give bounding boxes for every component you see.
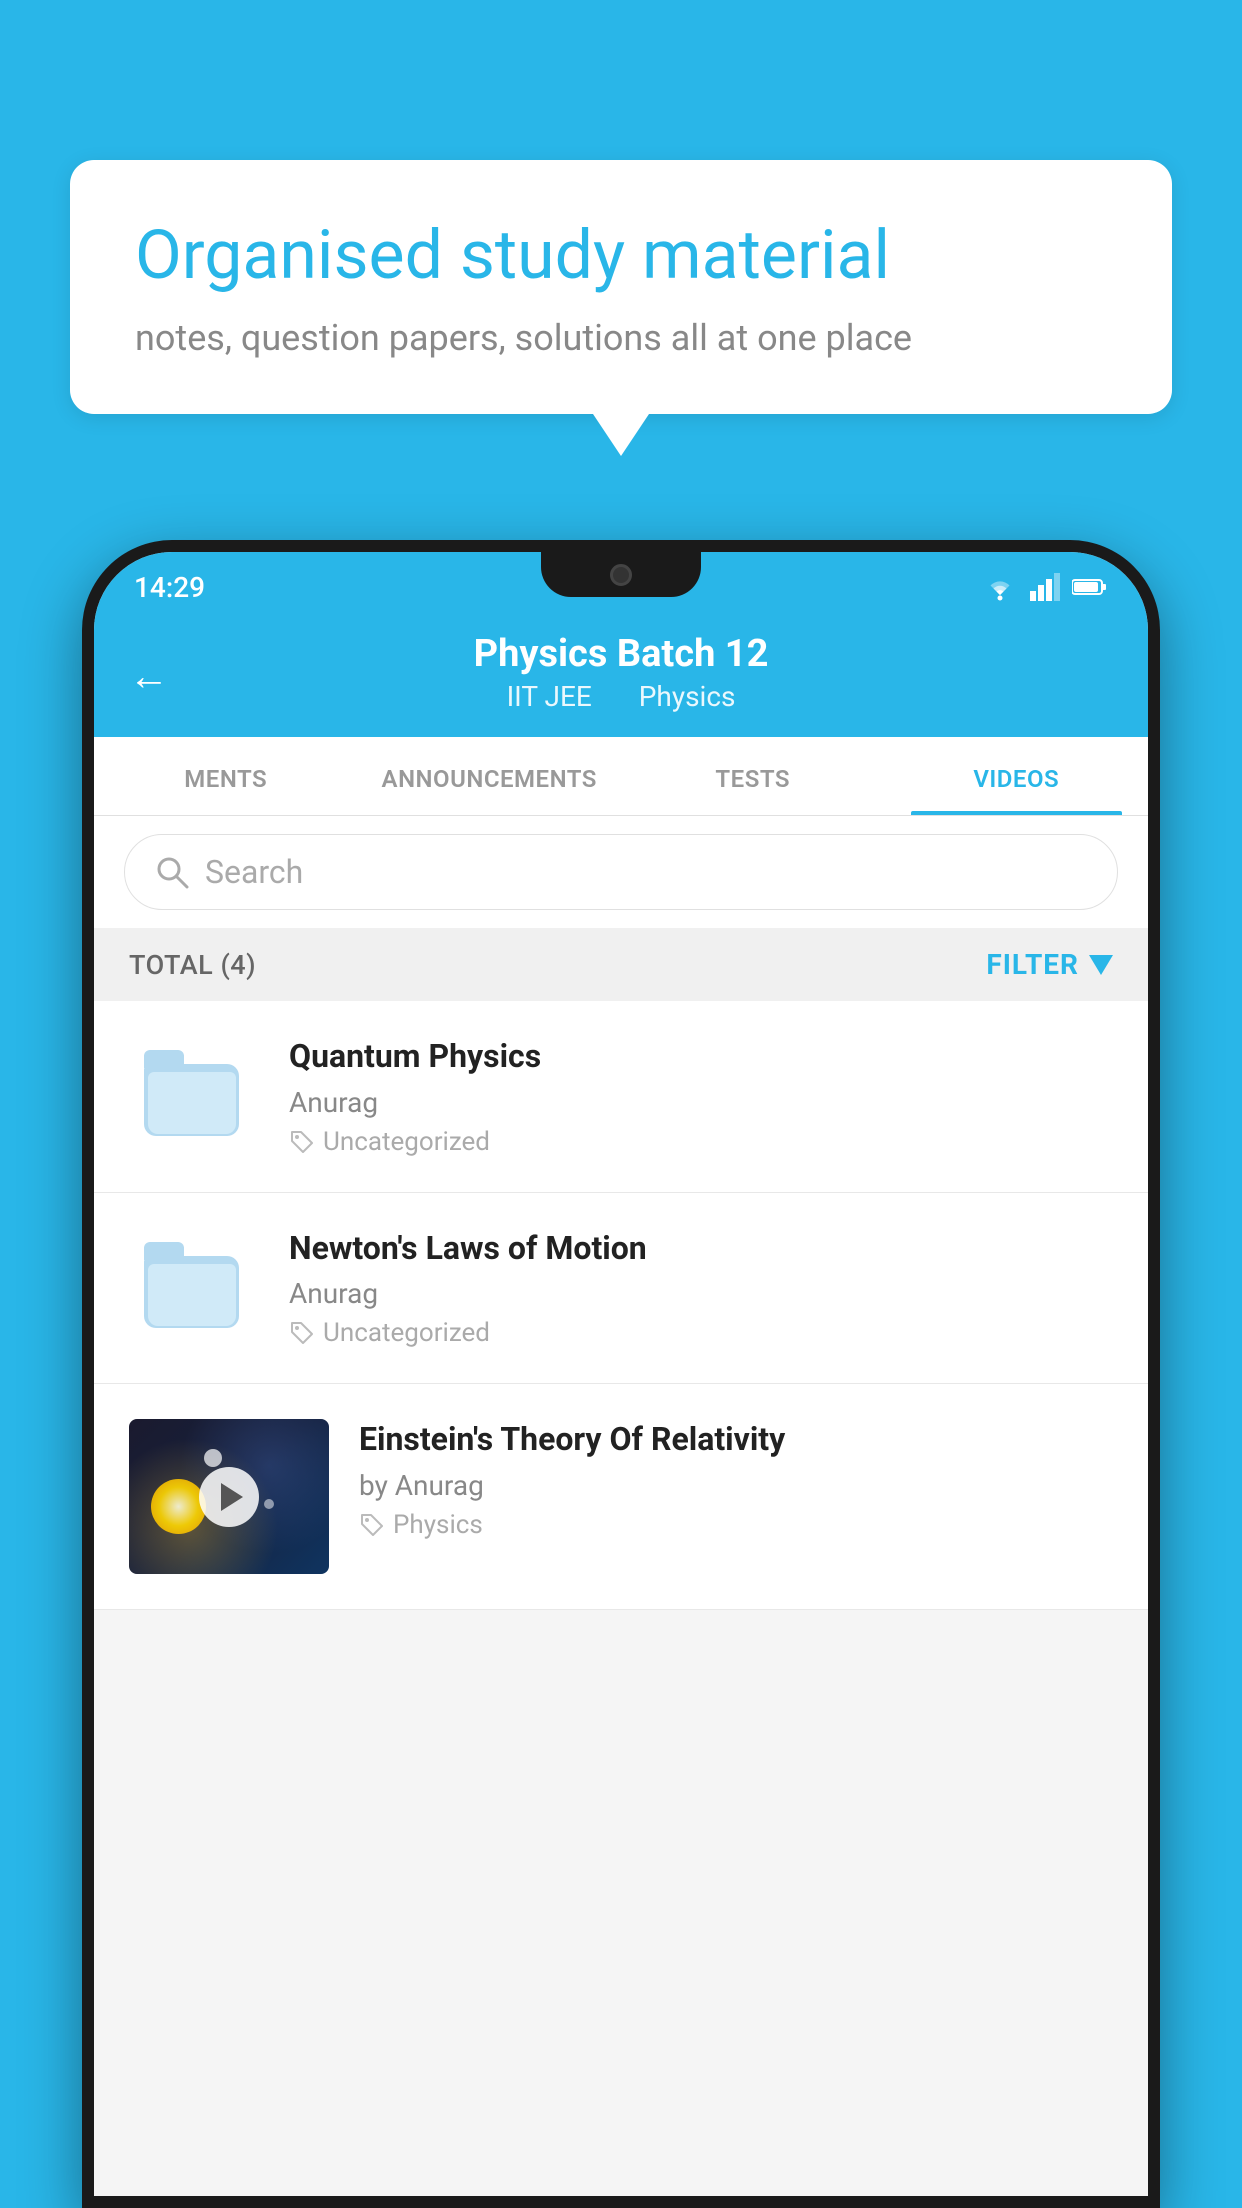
tag-icon xyxy=(289,1129,315,1155)
video-author: Anurag xyxy=(289,1277,1113,1310)
tag-icon xyxy=(289,1320,315,1346)
wifi-icon xyxy=(982,573,1018,601)
filter-button[interactable]: FILTER xyxy=(986,948,1113,981)
tab-announcements[interactable]: ANNOUNCEMENTS xyxy=(358,737,622,815)
video-list: Quantum Physics Anurag Uncategorized xyxy=(94,1001,1148,1610)
search-icon xyxy=(155,855,189,889)
phone-notch xyxy=(541,552,701,597)
search-input-wrap[interactable]: Search xyxy=(124,834,1118,910)
video-author: by Anurag xyxy=(359,1469,1113,1502)
app-header: ← Physics Batch 12 IIT JEE Physics xyxy=(94,614,1148,737)
play-button[interactable] xyxy=(199,1467,259,1527)
video-info: Newton's Laws of Motion Anurag Uncategor… xyxy=(289,1228,1113,1349)
subtitle-physics: Physics xyxy=(639,680,736,713)
list-item[interactable]: Newton's Laws of Motion Anurag Uncategor… xyxy=(94,1193,1148,1385)
video-tag: Physics xyxy=(359,1510,1113,1540)
video-tag: Uncategorized xyxy=(289,1318,1113,1348)
app-title: Physics Batch 12 xyxy=(134,632,1108,676)
speech-bubble-heading: Organised study material xyxy=(135,215,1107,297)
video-thumbnail xyxy=(129,1036,259,1146)
filter-bar: TOTAL (4) FILTER xyxy=(94,928,1148,1001)
video-tag: Uncategorized xyxy=(289,1127,1113,1157)
video-info: Einstein's Theory Of Relativity by Anura… xyxy=(359,1419,1113,1540)
subtitle-iit: IIT JEE xyxy=(507,680,592,713)
play-triangle-icon xyxy=(221,1483,243,1511)
folder-front xyxy=(148,1072,236,1134)
video-info: Quantum Physics Anurag Uncategorized xyxy=(289,1036,1113,1157)
phone-frame: 14:29 xyxy=(82,540,1160,2208)
folder-icon xyxy=(144,1046,244,1136)
search-bar: Search xyxy=(94,816,1148,928)
speech-bubble-subtext: notes, question papers, solutions all at… xyxy=(135,317,1107,359)
folder-icon xyxy=(144,1238,244,1328)
folder-front xyxy=(148,1264,236,1326)
front-camera xyxy=(610,564,632,586)
back-button[interactable]: ← xyxy=(129,652,169,699)
status-time: 14:29 xyxy=(134,571,205,604)
total-label: TOTAL (4) xyxy=(129,949,256,981)
tag-icon xyxy=(359,1512,385,1538)
video-title: Newton's Laws of Motion xyxy=(289,1228,1113,1270)
speech-bubble: Organised study material notes, question… xyxy=(70,160,1172,414)
search-placeholder: Search xyxy=(205,853,303,891)
video-title: Einstein's Theory Of Relativity xyxy=(359,1419,1113,1461)
speech-bubble-container: Organised study material notes, question… xyxy=(70,160,1172,414)
tab-tests[interactable]: TESTS xyxy=(621,737,885,815)
app-subtitle: IIT JEE Physics xyxy=(134,680,1108,713)
phone-inner: 14:29 xyxy=(94,552,1148,2196)
list-item[interactable]: Einstein's Theory Of Relativity by Anura… xyxy=(94,1384,1148,1610)
filter-icon xyxy=(1089,955,1113,975)
tab-ments[interactable]: MENTS xyxy=(94,737,358,815)
status-icons xyxy=(982,573,1108,601)
video-thumbnail xyxy=(129,1228,259,1338)
tab-videos[interactable]: VIDEOS xyxy=(885,737,1149,815)
battery-icon xyxy=(1072,577,1108,597)
video-author: Anurag xyxy=(289,1086,1113,1119)
tabs-bar: MENTS ANNOUNCEMENTS TESTS VIDEOS xyxy=(94,737,1148,816)
video-thumbnail-image xyxy=(129,1419,329,1574)
video-title: Quantum Physics xyxy=(289,1036,1113,1078)
signal-icon xyxy=(1030,573,1060,601)
list-item[interactable]: Quantum Physics Anurag Uncategorized xyxy=(94,1001,1148,1193)
celestial-object xyxy=(151,1479,206,1534)
